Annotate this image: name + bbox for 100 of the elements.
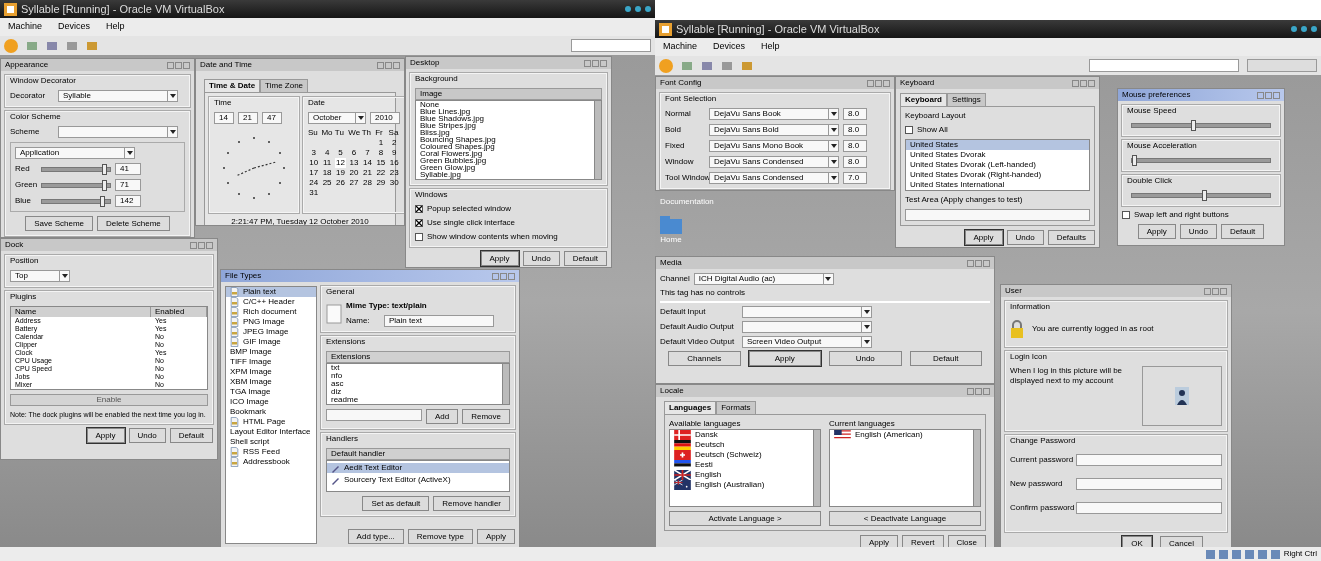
button[interactable]: Apply — [748, 351, 821, 366]
slider-thumb[interactable] — [1191, 120, 1197, 131]
slider-thumb[interactable] — [1131, 155, 1137, 166]
list-item[interactable]: English (Australian) — [670, 480, 813, 490]
input-field[interactable]: 8.0 — [843, 108, 867, 120]
slider-track[interactable] — [1131, 158, 1271, 163]
button[interactable]: Channels — [668, 351, 741, 366]
calendar-day[interactable]: 12 — [334, 158, 347, 168]
list-item[interactable]: Blue Stripes.jpg — [416, 122, 594, 129]
tab[interactable]: Settings — [946, 93, 986, 106]
checkbox[interactable] — [905, 126, 913, 134]
toolbar-tool-icon[interactable] — [701, 59, 713, 72]
window-controls-icon[interactable] — [1291, 26, 1317, 32]
list-item[interactable]: Coloured Shapes.jpg — [416, 143, 594, 150]
list-item[interactable]: readme — [327, 396, 502, 404]
dropdown[interactable]: Top — [10, 270, 70, 282]
list-item[interactable]: English (American) — [830, 430, 973, 440]
list-item[interactable]: RSS Feed — [226, 447, 316, 457]
list-item[interactable]: Green Glow.jpg — [416, 164, 594, 171]
input-field[interactable]: 142 — [115, 195, 141, 207]
list-item[interactable]: asc — [327, 380, 502, 388]
dropdown[interactable] — [58, 126, 178, 138]
dropdown[interactable]: Syllable — [58, 90, 178, 102]
input-field[interactable]: 41 — [115, 163, 141, 175]
list-item[interactable]: HTML Page — [226, 417, 316, 427]
button[interactable]: Set as default — [362, 496, 430, 511]
dropdown[interactable]: October — [308, 112, 366, 124]
button[interactable]: Activate Language > — [669, 511, 821, 526]
calendar-day[interactable]: 15 — [375, 158, 387, 168]
calendar-day[interactable]: 3 — [308, 148, 320, 158]
list-item[interactable]: English — [670, 470, 813, 480]
calendar-day[interactable]: 9 — [388, 148, 400, 158]
list-item[interactable]: Bookmark — [226, 407, 316, 417]
calendar-day[interactable]: 2 — [388, 138, 400, 148]
picture-frame[interactable] — [1142, 366, 1222, 426]
tab[interactable]: Time & Date — [204, 79, 261, 92]
toolbar-tool-icon[interactable] — [86, 39, 98, 52]
list-item[interactable]: Addressbook — [226, 457, 316, 467]
list-item[interactable]: United States — [906, 140, 1089, 150]
list-item[interactable]: XPM Image — [226, 367, 316, 377]
dropdown[interactable] — [742, 306, 872, 318]
button[interactable]: Save Scheme — [25, 216, 94, 231]
list-item[interactable]: Rich document — [226, 307, 316, 317]
toolbar-tool-icon[interactable] — [681, 59, 693, 72]
checkbox[interactable] — [415, 205, 423, 213]
calendar-day[interactable]: 10 — [308, 158, 320, 168]
button[interactable]: Revert — [902, 535, 944, 547]
list-item[interactable]: Deutsch (Schweiz) — [670, 450, 813, 460]
calendar-day[interactable]: 7 — [361, 148, 374, 158]
window-controls-icon[interactable] — [625, 6, 651, 12]
list-item[interactable]: United States Dvorak — [906, 150, 1089, 160]
button[interactable]: Undo — [522, 251, 560, 266]
toolbar-tool-icon[interactable] — [721, 59, 733, 72]
list-item[interactable]: None — [416, 101, 594, 108]
button[interactable]: Delete Scheme — [97, 216, 170, 231]
dropdown[interactable] — [1089, 59, 1239, 72]
input-field[interactable]: 8.0 — [843, 124, 867, 136]
scrollbar[interactable] — [502, 364, 509, 404]
dropdown[interactable]: Application — [15, 147, 135, 159]
dropdown[interactable] — [742, 321, 872, 333]
menu-item[interactable]: Machine — [663, 40, 698, 54]
list-item[interactable]: Bliss.jpg — [416, 129, 594, 136]
list-item[interactable]: United States Dvorak (Right-handed) — [906, 170, 1089, 180]
calendar-day[interactable]: 19 — [334, 168, 347, 178]
calendar-day[interactable]: 25 — [321, 178, 333, 188]
button[interactable]: Undo — [829, 351, 902, 366]
list-item[interactable]: Dansk — [670, 430, 813, 440]
slider-track[interactable] — [1131, 123, 1271, 128]
list-item[interactable]: Deutsch — [670, 440, 813, 450]
button[interactable]: Apply — [859, 535, 898, 547]
button[interactable]: < Deactivate Language — [829, 511, 981, 526]
button[interactable]: Default — [169, 428, 213, 443]
input-field[interactable]: 7.0 — [843, 172, 867, 184]
checkbox[interactable] — [415, 219, 423, 227]
scrollbar[interactable] — [973, 430, 980, 506]
calendar-day[interactable]: 24 — [308, 178, 320, 188]
slider-track[interactable] — [1131, 193, 1271, 198]
button[interactable]: Apply — [964, 230, 1003, 245]
syllable-logo-icon[interactable] — [4, 38, 18, 53]
toolbar-tool-icon[interactable] — [741, 59, 753, 72]
folder-icon[interactable] — [660, 216, 682, 234]
list-item[interactable]: JPEG Image — [226, 327, 316, 337]
tab[interactable]: Keyboard — [900, 93, 947, 106]
menu-item[interactable]: Devices — [58, 20, 91, 34]
menu-item[interactable]: Devices — [713, 40, 746, 54]
list-item[interactable]: Eesti — [670, 460, 813, 470]
input-field[interactable] — [326, 409, 422, 421]
dropdown[interactable]: DejaVu Sans Condensed — [709, 172, 839, 184]
button[interactable]: Defaults — [1047, 230, 1095, 245]
list-item[interactable]: Syllable.jpg — [416, 171, 594, 178]
menu-item[interactable]: Help — [106, 20, 125, 34]
input-field[interactable]: 2010 — [370, 112, 400, 124]
list-item[interactable]: United States International — [906, 180, 1089, 190]
toolbar-tool-icon[interactable] — [46, 39, 58, 52]
list-item[interactable]: Green Bubbles.jpg — [416, 157, 594, 164]
button[interactable]: Add type... — [347, 529, 404, 544]
toolbar-button[interactable] — [1247, 59, 1317, 72]
list-item[interactable]: Bouncing Shapes.jpg — [416, 136, 594, 143]
dropdown[interactable]: Screen Video Output — [742, 336, 872, 348]
calendar-day[interactable]: 8 — [375, 148, 387, 158]
